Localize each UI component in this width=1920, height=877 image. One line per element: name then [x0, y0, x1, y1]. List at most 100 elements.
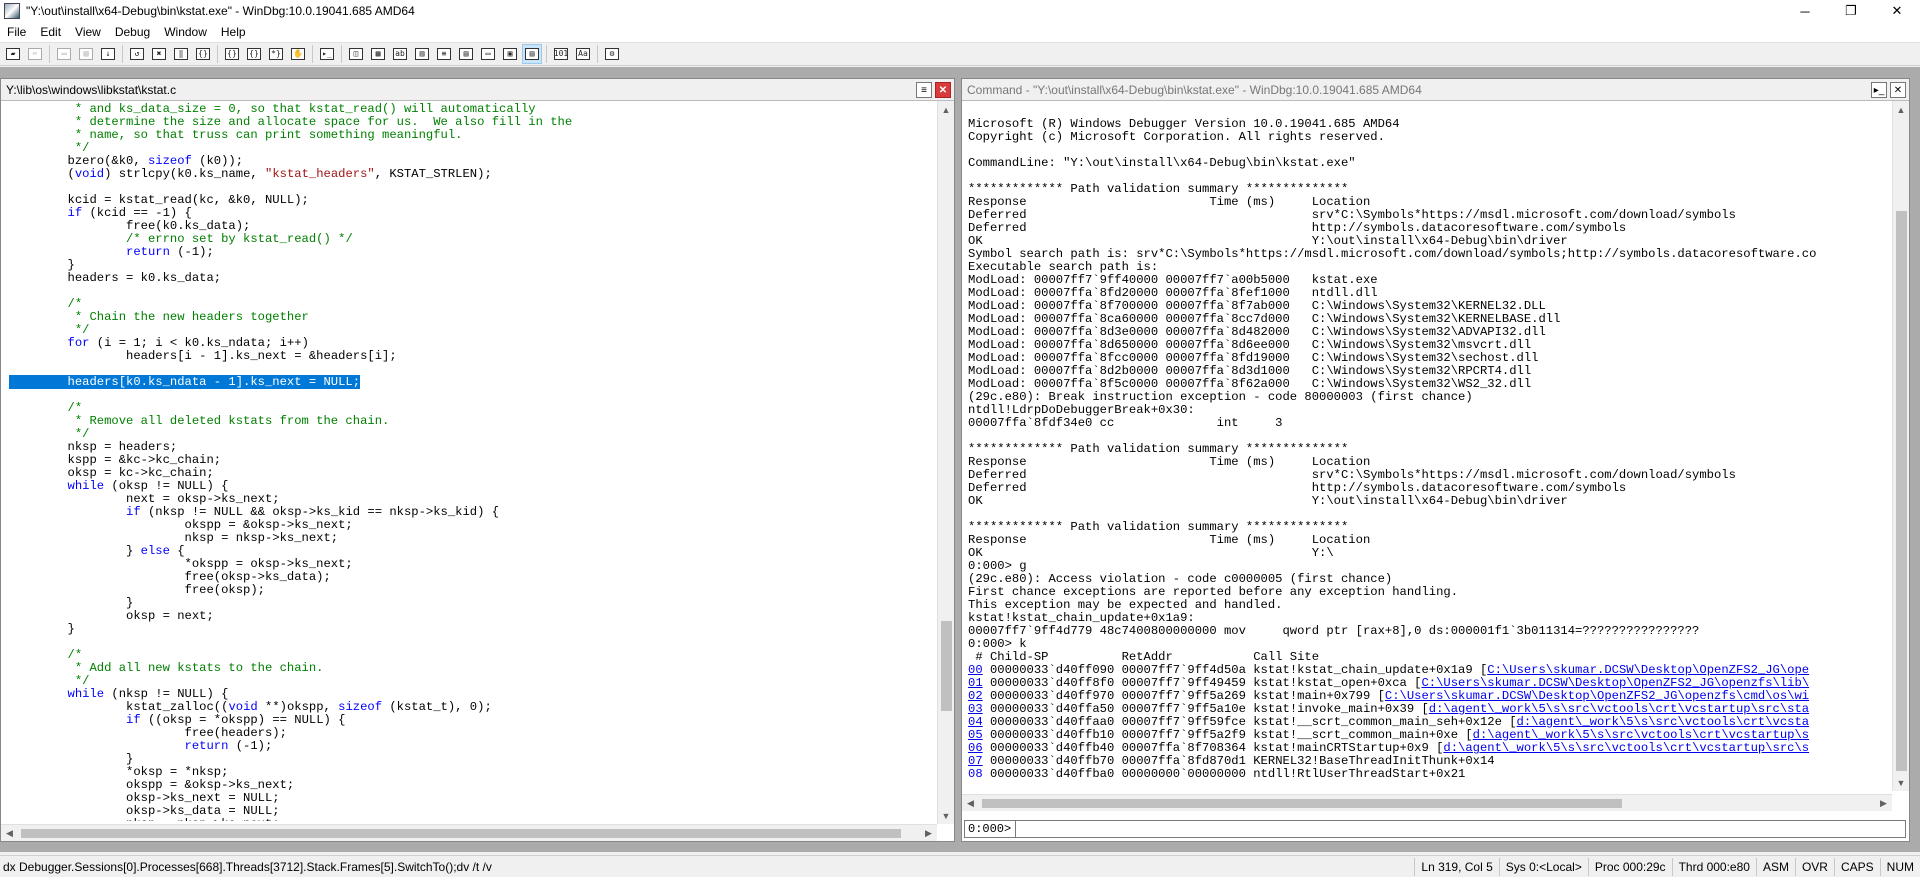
- frame-link[interactable]: 01: [968, 676, 983, 690]
- command-input[interactable]: [1016, 822, 1905, 836]
- processes-threads-icon[interactable]: ▣: [500, 44, 520, 64]
- code-token: *okspp = oksp->ks_next;: [9, 557, 353, 571]
- frame-link[interactable]: 02: [968, 689, 983, 703]
- command-input-bar: 0:000>: [964, 820, 1906, 838]
- output-text: Response Time (ms) Location: [968, 195, 1371, 209]
- scroll-down-arrow-icon[interactable]: ▼: [1893, 774, 1909, 791]
- memory-window-icon[interactable]: ▥: [412, 44, 432, 64]
- frame-link[interactable]: C:\Users\skumar.DCSW\Desktop\OpenZFS2_JG…: [1421, 676, 1809, 690]
- frame-link[interactable]: C:\Users\skumar.DCSW\Desktop\OpenZFS2_JG…: [1487, 663, 1809, 677]
- registers-window-icon[interactable]: ab: [390, 44, 410, 64]
- source-vertical-scrollbar[interactable]: ▲ ▼: [937, 101, 954, 824]
- toolbar-separator: [217, 45, 218, 63]
- menu-edit[interactable]: Edit: [33, 22, 68, 42]
- status-system: Sys 0:<Local>: [1498, 857, 1588, 876]
- scroll-left-arrow-icon[interactable]: ◀: [962, 795, 979, 812]
- source-code-view[interactable]: * and ks_data_size = 0, so that kstat_re…: [9, 103, 933, 821]
- call-stack-window-icon[interactable]: ≡: [434, 44, 454, 64]
- command-window-close-icon[interactable]: ✕: [1890, 82, 1906, 98]
- source-mode-icon[interactable]: ▤: [522, 44, 542, 64]
- window-controls: ─ ❐ ✕: [1782, 0, 1920, 22]
- command-hscroll-thumb[interactable]: [982, 799, 1622, 808]
- code-token: void: [228, 700, 258, 714]
- frame-link[interactable]: 06: [968, 741, 983, 755]
- menu-debug[interactable]: Debug: [108, 22, 157, 42]
- output-text: 00000033`d40ffba0 00000000`00000000 ntdl…: [982, 767, 1466, 778]
- frame-link[interactable]: d:\agent\_work\5\s\src\vctools\crt\vcsta…: [1429, 702, 1809, 716]
- locals-window-icon[interactable]: ▦: [368, 44, 388, 64]
- code-line: }: [9, 623, 933, 636]
- menu-window[interactable]: Window: [157, 22, 214, 42]
- status-expression: dx Debugger.Sessions[0].Processes[668].T…: [3, 859, 492, 874]
- frame-link[interactable]: d:\agent\_work\5\s\src\vctools\crt\vcsta…: [1473, 728, 1809, 742]
- frame-link[interactable]: C:\Users\skumar.DCSW\Desktop\OpenZFS2_JG…: [1385, 689, 1809, 703]
- source-hscroll-thumb[interactable]: [21, 829, 901, 838]
- frame-link[interactable]: 04: [968, 715, 983, 729]
- code-token: (kcid == -1) {: [82, 206, 192, 220]
- command-output[interactable]: Microsoft (R) Windows Debugger Version 1…: [968, 105, 1888, 778]
- code-token: free(oksp->ks_data);: [9, 570, 331, 584]
- frame-link[interactable]: 00: [968, 663, 983, 677]
- output-line: 08 00000033`d40ffba0 00000000`00000000 n…: [968, 767, 1888, 778]
- frame-link[interactable]: 05: [968, 728, 983, 742]
- command-window-icon[interactable]: ▸_: [317, 44, 337, 64]
- code-token: return: [9, 739, 229, 753]
- close-button[interactable]: ✕: [1874, 0, 1920, 22]
- toolbar-separator: [122, 45, 123, 63]
- command-horizontal-scrollbar[interactable]: ◀ ▶: [962, 794, 1892, 811]
- code-token: * Remove all deleted kstats from the cha…: [9, 414, 390, 428]
- scroll-up-arrow-icon[interactable]: ▲: [1893, 101, 1909, 118]
- scroll-left-arrow-icon[interactable]: ◀: [1, 825, 18, 842]
- restart-icon[interactable]: ↺: [127, 44, 147, 64]
- source-scroll-thumb[interactable]: [941, 621, 952, 711]
- scroll-up-arrow-icon[interactable]: ▲: [938, 101, 954, 118]
- command-scroll-thumb[interactable]: [1896, 211, 1907, 771]
- output-text: ModLoad: 00007ff7`9ff40000 00007ff7`a00b…: [968, 273, 1378, 287]
- frame-link[interactable]: d:\agent\_work\5\s\src\vctools\crt\vcsta…: [1443, 741, 1809, 755]
- disassembly-window-icon[interactable]: ▤: [456, 44, 476, 64]
- command-window-menu-icon[interactable]: ▸_: [1871, 82, 1887, 98]
- command-vertical-scrollbar[interactable]: ▲ ▼: [1892, 101, 1909, 791]
- frame-link[interactable]: 03: [968, 702, 983, 716]
- frame-link[interactable]: 07: [968, 754, 983, 768]
- menu-help[interactable]: Help: [214, 22, 253, 42]
- frame-link[interactable]: 08: [968, 767, 983, 778]
- status-asm: ASM: [1755, 857, 1795, 876]
- scroll-right-arrow-icon[interactable]: ▶: [1875, 795, 1892, 812]
- step-out-icon[interactable]: {}: [244, 44, 264, 64]
- menu-view[interactable]: View: [68, 22, 108, 42]
- output-text: 00000033`d40ffb40 00007ffa`8f708364 ksta…: [982, 741, 1444, 755]
- frame-link[interactable]: d:\agent\_work\5\s\src\vctools\crt\vcsta: [1517, 715, 1810, 729]
- stop-debugging-icon[interactable]: ✖: [149, 44, 169, 64]
- windbg-app-icon[interactable]: [4, 3, 20, 19]
- insert-breakpoint-icon[interactable]: ✋: [288, 44, 308, 64]
- toolbar-separator: [49, 45, 50, 63]
- source-window-menu-icon[interactable]: ≡: [916, 82, 932, 98]
- step-into-icon[interactable]: {}: [193, 44, 213, 64]
- source-window[interactable]: Y:\lib\os\windows\libkstat\kstat.c ≡ ✕ *…: [0, 78, 955, 842]
- output-text: 00000033`d40ff090 00007ff7`9ff4d50a ksta…: [982, 663, 1488, 677]
- go-icon[interactable]: ↓: [98, 44, 118, 64]
- source-horizontal-scrollbar[interactable]: ◀ ▶: [1, 824, 937, 841]
- maximize-button[interactable]: ❐: [1828, 0, 1874, 22]
- menu-file[interactable]: File: [0, 22, 33, 42]
- open-folder-icon[interactable]: ▰: [3, 44, 23, 64]
- code-token: oksp->ks_next = NULL;: [9, 791, 280, 805]
- run-to-cursor-icon[interactable]: *}: [266, 44, 286, 64]
- command-window[interactable]: Command - "Y:\out\install\x64-Debug\bin\…: [961, 78, 1910, 842]
- code-token: * name, so that truss can print somethin…: [9, 128, 463, 142]
- code-token: return: [9, 245, 170, 259]
- options-icon[interactable]: ⚙: [602, 44, 622, 64]
- watch-window-icon[interactable]: ◫: [346, 44, 366, 64]
- break-icon[interactable]: ‖: [171, 44, 191, 64]
- step-over-icon[interactable]: {}: [222, 44, 242, 64]
- code-token: ) strlcpy(k0.ks_name,: [104, 167, 266, 181]
- scroll-down-arrow-icon[interactable]: ▼: [938, 807, 954, 824]
- code-token: sizeof: [338, 700, 383, 714]
- source-window-close-icon[interactable]: ✕: [935, 82, 951, 98]
- scratch-pad-icon[interactable]: ▭: [478, 44, 498, 64]
- hex-mode-icon[interactable]: 101: [551, 44, 571, 64]
- minimize-button[interactable]: ─: [1782, 0, 1828, 22]
- scroll-right-arrow-icon[interactable]: ▶: [920, 825, 937, 842]
- font-icon[interactable]: Aa: [573, 44, 593, 64]
